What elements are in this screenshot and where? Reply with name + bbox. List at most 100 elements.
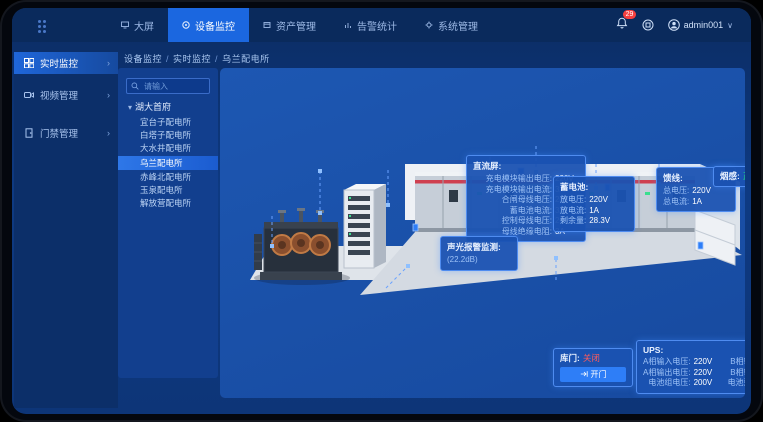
field-label: 蓄电池电流: — [510, 206, 552, 217]
field-value: 1A — [692, 197, 716, 208]
breadcrumb-item[interactable]: 实时监控 — [173, 54, 211, 64]
avatar-icon — [668, 19, 680, 31]
field-value: 28.3V — [589, 216, 613, 227]
panel-title: UPS: — [643, 345, 745, 355]
smoke-status: 正常 — [743, 171, 745, 182]
panel-title: 声光报警监测: — [447, 241, 511, 253]
tab-system-management[interactable]: 系统管理 — [411, 8, 492, 42]
open-door-button[interactable]: 开门 — [560, 367, 626, 382]
screen-icon — [121, 21, 129, 29]
field-label: 烟感: — [720, 171, 740, 182]
field-value: 220V — [589, 195, 613, 206]
sound-alarm-panel: 声光报警监测: (22.2dB) — [440, 236, 518, 271]
user-menu[interactable]: admin001 ∨ — [668, 19, 733, 31]
tree-item[interactable]: 宜台子配电所 — [118, 116, 218, 129]
breadcrumb-separator: / — [166, 54, 169, 64]
field-label: B相输入电压: — [730, 357, 745, 368]
field-value: 220V — [692, 186, 716, 197]
screen-background: 大屏 设备监控 资产管理 告警统计 系统管理 — [0, 0, 763, 422]
breadcrumb-separator: / — [215, 54, 218, 64]
chevron-right-icon: › — [107, 90, 110, 100]
door-label: 库门: — [560, 353, 580, 364]
tree-item[interactable]: 解放营配电所 — [118, 197, 218, 210]
tab-device-monitor[interactable]: 设备监控 — [168, 8, 249, 42]
tab-label: 设备监控 — [195, 18, 235, 33]
tab-label: 资产管理 — [276, 18, 316, 33]
field-label: 电池剩余容量: — [728, 378, 745, 389]
field-label: 合闸母线电压: — [502, 195, 552, 206]
tree-search-input[interactable] — [142, 81, 205, 92]
tree-root-label: 湖大首府 — [135, 102, 171, 112]
field-value: 1A — [589, 206, 613, 217]
field-label: 电池组电压: — [648, 378, 690, 389]
drag-handle-icon — [38, 20, 41, 23]
stats-icon — [344, 21, 352, 29]
tree-item[interactable]: 玉泉配电所 — [118, 184, 218, 197]
field-label: 放电流: — [560, 206, 586, 217]
device-frame: 大屏 设备监控 资产管理 告警统计 系统管理 — [0, 0, 763, 422]
main-content: 直流屏: 充电模块输出电压:220V 充电模块输出电流:3A 合闸母线电压:20… — [220, 68, 745, 398]
field-label: 总电流: — [663, 197, 689, 208]
station-tree-panel: ▾湖大首府 宜台子配电所 白塔子配电所 大水井配电所 乌兰配电所 赤峰北配电所 … — [118, 68, 218, 378]
tree-item-selected[interactable]: 乌兰配电所 — [118, 156, 218, 170]
ups-panel: UPS: A相输入电压:220V A相输出电压:220V 电池组电压:200V … — [636, 340, 745, 394]
sidebar-item-realtime-monitor[interactable]: 实时监控 › — [14, 52, 118, 74]
tree-item[interactable]: 白塔子配电所 — [118, 129, 218, 142]
panel-title: 蓄电池: — [560, 181, 628, 193]
chevron-right-icon: › — [107, 58, 110, 68]
alarm-db-value: (22.2dB) — [447, 255, 478, 266]
tree-search-box — [126, 78, 210, 94]
tab-label: 告警统计 — [357, 18, 397, 33]
tab-asset-management[interactable]: 资产管理 — [249, 8, 330, 42]
ups-phase-a: A相输入电压:220V A相输出电压:220V 电池组电压:200V — [643, 357, 718, 389]
topbar-actions: 29 admin001 ∨ — [616, 8, 733, 42]
tab-label: 系统管理 — [438, 18, 478, 33]
field-value: 220V — [694, 368, 718, 379]
tab-label: 大屏 — [134, 18, 154, 33]
asset-box-icon — [263, 21, 271, 29]
open-door-label: 开门 — [591, 369, 607, 380]
sidebar-item-label: 门禁管理 — [40, 126, 78, 140]
field-label: 剩余量: — [560, 216, 586, 227]
tree-item[interactable]: 大水井配电所 — [118, 142, 218, 155]
field-label: 放电压: — [560, 195, 586, 206]
breadcrumb: 设备监控/实时监控/乌兰配电所 — [124, 52, 270, 65]
chevron-down-icon: ∨ — [727, 21, 733, 30]
fullscreen-icon[interactable] — [642, 19, 654, 31]
field-label: 充电模块输出电流: — [486, 185, 552, 196]
tab-dashboard[interactable]: 大屏 — [107, 8, 168, 42]
field-label: 控制母线电压: — [502, 216, 552, 227]
sidebar-item-video-management[interactable]: 视频管理 › — [14, 84, 118, 106]
field-label: 总电压: — [663, 186, 689, 197]
top-nav-bar: 大屏 设备监控 资产管理 告警统计 系统管理 — [12, 8, 751, 42]
battery-panel: 蓄电池: 放电压:220V 放电流:1A 剩余量:28.3V — [553, 176, 635, 232]
door-status: 关闭 — [583, 353, 600, 364]
primary-sidebar: 实时监控 › 视频管理 › 门禁管理 › — [14, 46, 118, 408]
alarm-count-badge: 29 — [623, 10, 637, 19]
tab-alarm-statistics[interactable]: 告警统计 — [330, 8, 411, 42]
sidebar-item-label: 实时监控 — [40, 56, 78, 70]
dashboard-icon — [24, 58, 34, 68]
door-icon — [24, 128, 34, 138]
chevron-right-icon: › — [107, 128, 110, 138]
username: admin001 — [684, 20, 724, 30]
monitor-icon — [182, 21, 190, 29]
ups-phase-b: B相输入电压:220V B相输出电压:220V 电池剩余容量:80% — [728, 357, 745, 389]
field-label: A相输入电压: — [643, 357, 691, 368]
door-status-panel: 库门:关闭 开门 — [553, 348, 633, 387]
notifications-button[interactable]: 29 — [616, 16, 628, 34]
breadcrumb-item[interactable]: 设备监控 — [124, 54, 162, 64]
search-icon — [131, 82, 139, 90]
field-label: A相输出电压: — [643, 368, 691, 379]
field-label: 充电模块输出电压: — [486, 174, 552, 185]
sidebar-item-access-control[interactable]: 门禁管理 › — [14, 122, 118, 144]
tree-item[interactable]: 赤峰北配电所 — [118, 171, 218, 184]
smoke-sensor-panel: 烟感:正常 — [713, 166, 745, 187]
field-label: B相输出电压: — [730, 368, 745, 379]
tree-caret-icon: ▾ — [128, 103, 132, 112]
nav-tabs: 大屏 设备监控 资产管理 告警统计 系统管理 — [107, 8, 492, 42]
sidebar-item-label: 视频管理 — [40, 88, 78, 102]
tree-root-node[interactable]: ▾湖大首府 — [128, 100, 171, 113]
open-door-icon — [580, 370, 588, 378]
field-value: 200V — [694, 378, 718, 389]
